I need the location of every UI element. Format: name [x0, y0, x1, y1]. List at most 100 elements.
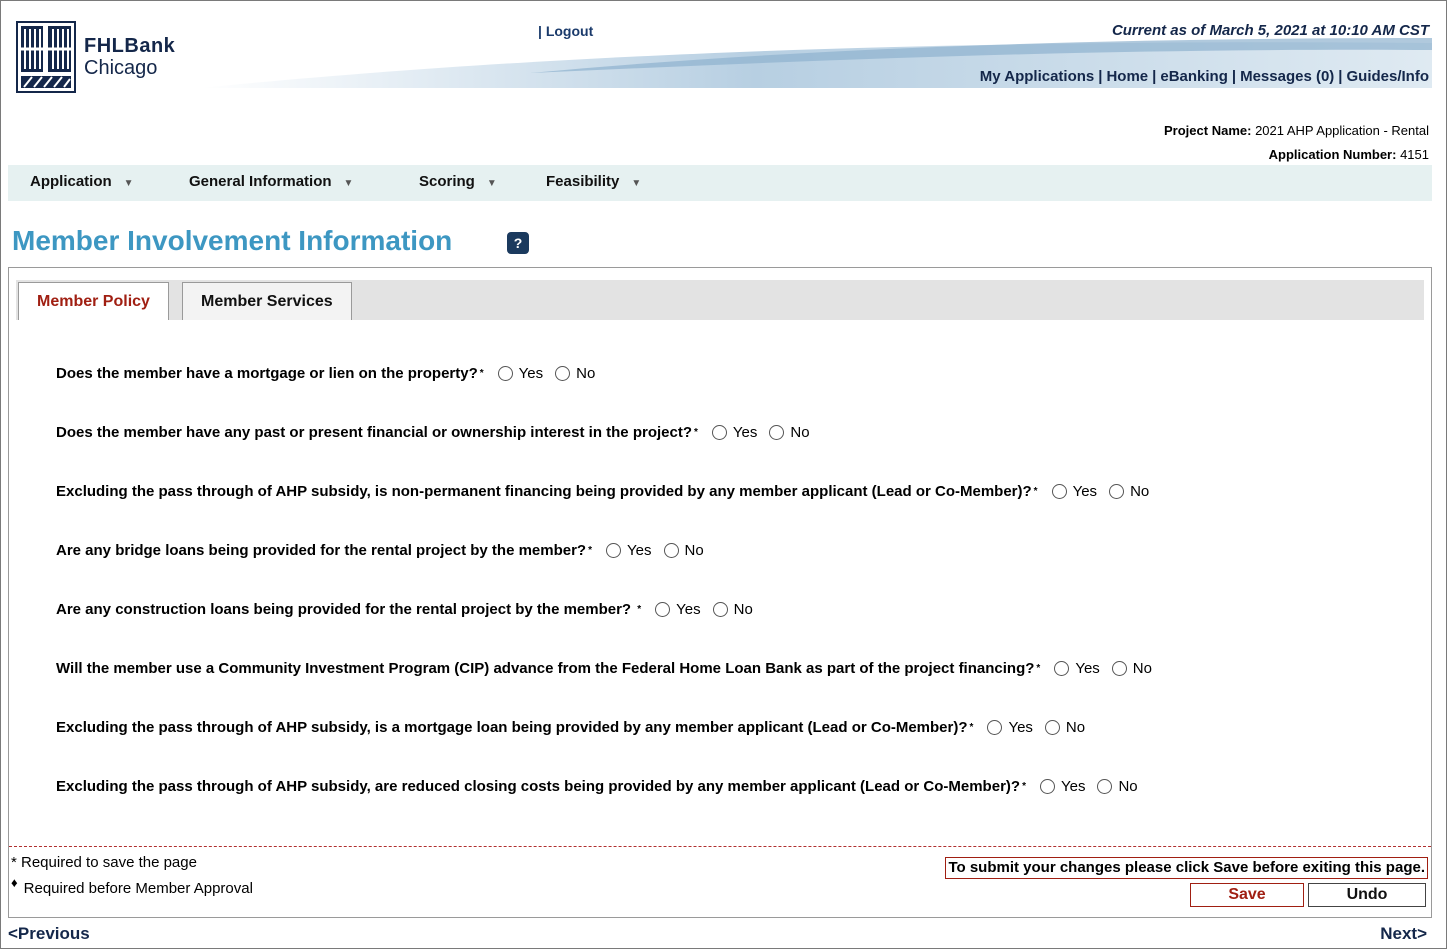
logout-link[interactable]: Logout — [546, 23, 593, 39]
required-marker: * — [479, 368, 484, 379]
caret-down-icon: ▼ — [123, 178, 134, 189]
radio-no[interactable] — [1109, 484, 1125, 499]
radio-yes[interactable] — [987, 720, 1003, 735]
radio-label-yes: Yes — [1072, 483, 1098, 500]
help-icon[interactable]: ? — [507, 232, 529, 254]
required-before-approval-note: ♦ Required before Member Approval — [11, 875, 253, 897]
nav-application[interactable]: Application ▼ — [30, 165, 134, 201]
required-to-save-note: * Required to save the page — [11, 854, 197, 871]
link-my-applications[interactable]: My Applications — [980, 68, 1094, 85]
question-text: Excluding the pass through of AHP subsid… — [56, 719, 968, 736]
radio-label-yes: Yes — [627, 542, 652, 559]
required-marker: * — [588, 545, 593, 556]
main-nav: Application ▼ General Information ▼ Scorin… — [8, 165, 1432, 201]
next-link[interactable]: Next> — [1380, 924, 1427, 944]
application-number-value: 4151 — [1400, 147, 1429, 162]
question-text: Excluding the pass through of AHP subsid… — [56, 483, 1032, 500]
link-guides-info[interactable]: Guides/Info — [1347, 68, 1430, 85]
submit-reminder: To submit your changes please click Save… — [945, 857, 1428, 879]
radio-no[interactable] — [712, 602, 728, 617]
radio-yes[interactable] — [1054, 661, 1070, 676]
nav-general-information[interactable]: General Information ▼ — [189, 165, 353, 201]
tab-member-policy[interactable]: Member Policy — [18, 282, 169, 320]
question-financial-interest: Does the member have any past or present… — [56, 424, 810, 441]
project-name-value: 2021 AHP Application - Rental — [1255, 123, 1429, 138]
radio-yes[interactable] — [655, 602, 671, 617]
save-button[interactable]: Save — [1190, 883, 1304, 907]
logo-line1: FHLBank — [84, 35, 176, 57]
radio-no[interactable] — [1044, 720, 1060, 735]
required-marker: * — [694, 427, 698, 438]
nav-label: Feasibility — [546, 173, 620, 190]
caret-down-icon: ▼ — [486, 178, 497, 189]
radio-yes[interactable] — [1039, 779, 1055, 794]
link-ebanking[interactable]: eBanking — [1160, 68, 1228, 85]
caret-down-icon: ▼ — [343, 178, 354, 189]
question-text: Will the member use a Community Investme… — [56, 660, 1035, 677]
radio-yes[interactable] — [711, 425, 727, 440]
required-marker: * — [969, 722, 974, 733]
question-text: Excluding the pass through of AHP subsid… — [56, 778, 1021, 795]
link-separator: | — [1152, 68, 1157, 85]
link-separator: | — [1338, 68, 1343, 85]
required-marker: * — [1036, 663, 1041, 674]
radio-label-no: No — [576, 365, 596, 382]
radio-label-yes: Yes — [1075, 660, 1100, 677]
radio-label-no: No — [1065, 719, 1086, 736]
question-bridge-loans: Are any bridge loans being provided for … — [56, 542, 704, 559]
radio-label-no: No — [684, 542, 704, 559]
question-reduced-closing-costs: Excluding the pass through of AHP subsid… — [56, 778, 1138, 795]
radio-no[interactable] — [1111, 661, 1127, 676]
project-info: Project Name: 2021 AHP Application - Ren… — [1164, 119, 1429, 167]
tab-member-services[interactable]: Member Services — [182, 282, 352, 320]
question-text: Does the member have a mortgage or lien … — [56, 365, 478, 382]
radio-no[interactable] — [769, 425, 785, 440]
undo-button[interactable]: Undo — [1308, 883, 1426, 907]
radio-no[interactable] — [555, 366, 571, 381]
fhlbank-logo[interactable]: FHLBank Chicago — [16, 21, 175, 93]
radio-label-no: No — [790, 424, 810, 441]
link-messages[interactable]: Messages (0) — [1240, 68, 1334, 85]
required-marker: * — [1022, 781, 1026, 792]
radio-yes[interactable] — [1051, 484, 1067, 499]
project-name-label: Project Name: — [1164, 123, 1252, 138]
diamond-icon: ♦ — [11, 875, 18, 890]
radio-label-no: No — [1132, 660, 1152, 677]
question-mortgage-lien: Does the member have a mortgage or lien … — [56, 365, 595, 382]
required-before-approval-text: Required before Member Approval — [23, 880, 253, 897]
data-timestamp: Current as of March 5, 2021 at 10:10 AM … — [1111, 22, 1429, 39]
radio-label-yes: Yes — [1008, 719, 1033, 736]
logo-wordmark: FHLBank Chicago — [84, 35, 175, 79]
required-marker: * — [637, 604, 642, 615]
question-mortgage-loan: Excluding the pass through of AHP subsid… — [56, 719, 1085, 736]
caret-down-icon: ▼ — [631, 178, 642, 189]
link-home[interactable]: Home — [1106, 68, 1148, 85]
content-panel: Member Policy Member Services Does the m… — [8, 267, 1432, 918]
question-non-permanent-financing: Excluding the pass through of AHP subsid… — [56, 483, 1149, 500]
radio-label-yes: Yes — [732, 424, 758, 441]
link-separator: | — [1098, 68, 1103, 85]
fhlbank-logo-icon — [16, 21, 76, 93]
radio-label-no: No — [1118, 778, 1138, 795]
application-number-label: Application Number: — [1268, 147, 1397, 162]
nav-scoring[interactable]: Scoring ▼ — [419, 165, 497, 201]
radio-no[interactable] — [663, 543, 679, 558]
required-marker: * — [1033, 486, 1038, 497]
logout-area: | Logout — [538, 23, 593, 39]
page-title: Member Involvement Information — [12, 225, 453, 256]
footer-divider — [9, 846, 1431, 847]
question-construction-loans: Are any construction loans being provide… — [56, 601, 753, 618]
nav-label: Scoring — [419, 173, 475, 190]
previous-link[interactable]: <Previous — [8, 924, 90, 944]
radio-yes[interactable] — [606, 543, 622, 558]
radio-no[interactable] — [1097, 779, 1113, 794]
radio-label-no: No — [733, 601, 753, 618]
nav-feasibility[interactable]: Feasibility ▼ — [546, 165, 641, 201]
radio-label-yes: Yes — [1060, 778, 1086, 795]
radio-label-yes: Yes — [676, 601, 701, 618]
question-text: Does the member have any past or present… — [56, 424, 692, 441]
logout-separator: | — [538, 23, 546, 39]
radio-yes[interactable] — [497, 366, 513, 381]
question-text: Are any construction loans being provide… — [56, 601, 636, 618]
radio-label-yes: Yes — [518, 365, 544, 382]
